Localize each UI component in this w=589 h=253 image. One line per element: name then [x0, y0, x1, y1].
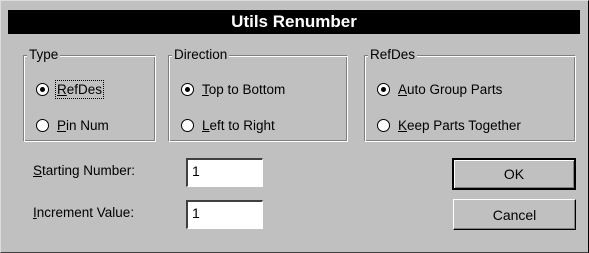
increment-value-label: Increment Value: — [33, 205, 135, 220]
radio-refdes-indicator[interactable] — [36, 82, 49, 96]
radio-top-to-bottom-indicator[interactable] — [181, 82, 194, 96]
radio-refdes-label[interactable]: RefDes — [54, 79, 105, 99]
radio-top-to-bottom[interactable]: Top to Bottom — [181, 80, 285, 98]
radio-keep-parts-together-indicator[interactable] — [377, 118, 390, 132]
starting-number-label: Starting Number: — [33, 163, 136, 178]
radio-selected-dot — [40, 86, 45, 92]
radio-selected-dot — [381, 86, 386, 92]
cancel-button-label: Cancel — [492, 206, 537, 223]
radio-left-to-right-indicator[interactable] — [181, 118, 194, 132]
type-group-legend: Type — [27, 47, 61, 63]
radio-top-to-bottom-label[interactable]: Top to Bottom — [202, 82, 285, 97]
starting-number-input[interactable]: 1 — [186, 158, 263, 187]
starting-number-value: 1 — [192, 163, 200, 179]
radio-pin-num-indicator[interactable] — [36, 118, 49, 132]
radio-left-to-right[interactable]: Left to Right — [181, 116, 275, 134]
direction-group: Direction Top to Bottom Left to Right — [168, 47, 348, 142]
radio-selected-dot — [185, 86, 190, 92]
type-group: Type RefDes Pin Num — [23, 47, 156, 142]
ok-button-label: OK — [503, 166, 525, 182]
radio-refdes[interactable]: RefDes — [36, 79, 105, 99]
cancel-button[interactable]: Cancel — [453, 199, 576, 230]
radio-auto-group-parts-indicator[interactable] — [377, 82, 390, 96]
ok-button[interactable]: OK — [452, 158, 576, 190]
radio-keep-parts-together-label[interactable]: Keep Parts Together — [398, 118, 521, 133]
increment-value-input[interactable]: 1 — [186, 200, 263, 229]
radio-auto-group-parts-label[interactable]: Auto Group Parts — [398, 82, 502, 97]
radio-pin-num[interactable]: Pin Num — [36, 116, 109, 134]
radio-keep-parts-together[interactable]: Keep Parts Together — [377, 116, 521, 134]
direction-group-legend: Direction — [172, 47, 230, 63]
increment-value-value: 1 — [192, 205, 200, 221]
radio-auto-group-parts[interactable]: Auto Group Parts — [377, 80, 502, 98]
refdes-group-legend: RefDes — [368, 47, 418, 63]
refdes-group: RefDes Auto Group Parts Keep Parts Toget… — [364, 47, 576, 142]
radio-pin-num-label[interactable]: Pin Num — [57, 118, 109, 133]
dialog-title-bar: Utils Renumber — [8, 10, 580, 34]
radio-left-to-right-label[interactable]: Left to Right — [202, 118, 275, 133]
dialog-title: Utils Renumber — [231, 12, 357, 31]
